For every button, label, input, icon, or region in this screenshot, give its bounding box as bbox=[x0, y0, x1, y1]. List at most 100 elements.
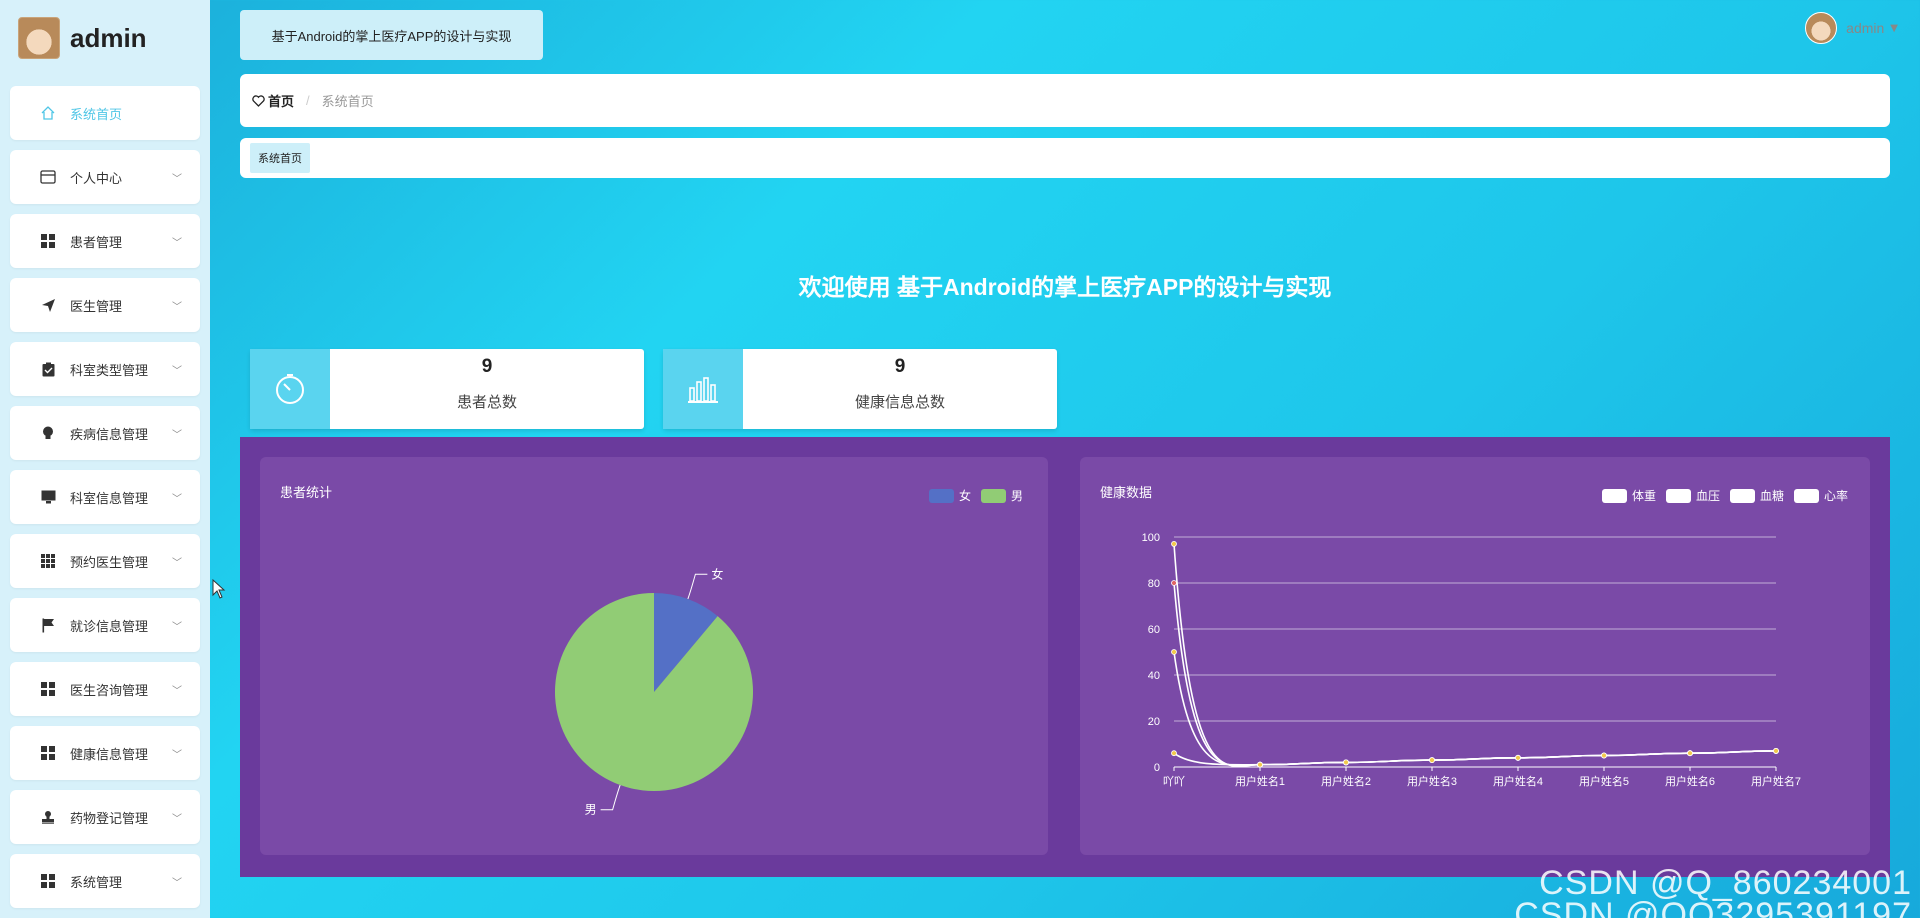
data-point[interactable] bbox=[1687, 750, 1693, 757]
sidebar-item-personal-center[interactable]: 个人中心 ﹀ bbox=[10, 150, 200, 204]
data-point[interactable] bbox=[1343, 759, 1349, 766]
charts-area: 患者统计 女 男 女男 健康数据 体重 血压 血糖 心率 0 20 40 60 80 10… bbox=[240, 437, 1890, 877]
chevron-down-icon: ﹀ bbox=[172, 365, 182, 377]
avatar bbox=[1805, 12, 1838, 44]
grid-icon bbox=[40, 745, 56, 761]
sidebar-item-patients[interactable]: 患者管理 ﹀ bbox=[10, 214, 200, 268]
apps-icon bbox=[40, 553, 56, 569]
send-icon bbox=[40, 297, 56, 313]
stat-value: 9 bbox=[481, 356, 493, 377]
pie-chart: 女男 bbox=[555, 566, 753, 817]
tags-bar: 系统首页 bbox=[240, 138, 1890, 178]
y-tick-label: 80 bbox=[1148, 578, 1160, 590]
stat-card-patients: 9 患者总数 bbox=[250, 349, 644, 429]
sidebar-item-health-info[interactable]: 健康信息管理 ﹀ bbox=[10, 726, 200, 780]
x-tick-label: 用户姓名7 bbox=[1751, 774, 1801, 788]
heart-icon bbox=[252, 94, 265, 107]
sidebar-item-label: 医生管理 bbox=[70, 298, 123, 314]
breadcrumb-home-label: 首页 bbox=[268, 94, 295, 109]
data-point[interactable] bbox=[1171, 541, 1177, 547]
data-point[interactable] bbox=[1601, 752, 1607, 759]
chevron-down-icon: ﹀ bbox=[172, 557, 182, 569]
sidebar-item-label: 健康信息管理 bbox=[70, 746, 149, 762]
flag-icon bbox=[40, 617, 56, 633]
y-tick-label: 20 bbox=[1148, 716, 1160, 728]
line-chart: 0 20 40 60 80 100 吖吖 用户姓名1 用户姓名2 用户姓名3 用户姓名4 用户姓名5 用… bbox=[1142, 532, 1801, 788]
chevron-down-icon: ﹀ bbox=[172, 877, 182, 889]
sidebar-item-label: 系统首页 bbox=[70, 106, 123, 122]
clipboard-icon bbox=[40, 361, 56, 377]
y-tick-label: 100 bbox=[1142, 532, 1160, 544]
x-tick-label: 用户姓名3 bbox=[1407, 774, 1457, 788]
sidebar-item-label: 医生咨询管理 bbox=[70, 682, 149, 698]
data-point[interactable] bbox=[1429, 757, 1435, 764]
x-tick-label: 吖吖 bbox=[1163, 775, 1185, 788]
sidebar-item-label: 药物登记管理 bbox=[70, 810, 149, 826]
sidebar-item-departments[interactable]: 科室信息管理 ﹀ bbox=[10, 470, 200, 524]
breadcrumb-separator: / bbox=[306, 93, 310, 108]
sidebar-item-department-types[interactable]: 科室类型管理 ﹀ bbox=[10, 342, 200, 396]
breadcrumb: 首页 / 系统首页 bbox=[240, 74, 1890, 127]
health-data-panel: 健康数据 体重 血压 血糖 心率 0 20 40 60 80 100 吖吖 用户姓名1 用户姓名… bbox=[1080, 457, 1870, 855]
sidebar-item-doctors[interactable]: 医生管理 ﹀ bbox=[10, 278, 200, 332]
chevron-down-icon: ﹀ bbox=[172, 301, 182, 313]
pie-slice[interactable] bbox=[555, 593, 753, 791]
breadcrumb-home[interactable]: 首页 bbox=[252, 91, 294, 110]
sidebar-item-visits[interactable]: 就诊信息管理 ﹀ bbox=[10, 598, 200, 652]
user-menu[interactable]: admin ▼ bbox=[1805, 12, 1898, 44]
sidebar-menu: 系统首页 个人中心 ﹀ 患者管理 ﹀ 医生管理 ﹀ 科室类型管理 ﹀ 疾病信息管… bbox=[10, 86, 200, 918]
pie-label: 男 bbox=[585, 803, 597, 817]
brand-name: admin bbox=[70, 22, 147, 53]
stat-card-health-info: 9 健康信息总数 bbox=[663, 349, 1057, 429]
data-point[interactable] bbox=[1171, 750, 1177, 757]
chevron-down-icon: ﹀ bbox=[172, 813, 182, 825]
data-point[interactable] bbox=[1257, 761, 1263, 768]
sidebar-item-label: 系统管理 bbox=[70, 874, 123, 890]
app-title-tab[interactable]: 基于Android的掌上医疗APP的设计与实现 bbox=[240, 10, 543, 60]
sidebar-item-label: 患者管理 bbox=[70, 234, 123, 250]
chevron-down-icon: ﹀ bbox=[172, 429, 182, 441]
stat-label: 患者总数 bbox=[456, 394, 517, 411]
sidebar-item-label: 个人中心 bbox=[70, 170, 123, 186]
data-point[interactable] bbox=[1171, 580, 1177, 586]
stamp-icon bbox=[40, 809, 56, 825]
series-line-血糖[interactable] bbox=[1173, 651, 1777, 767]
series-line-心率[interactable] bbox=[1173, 750, 1777, 766]
sidebar-item-appointments[interactable]: 预约医生管理 ﹀ bbox=[10, 534, 200, 588]
sidebar-item-label: 科室类型管理 bbox=[70, 362, 149, 378]
series-line-体重[interactable] bbox=[1173, 543, 1777, 767]
timer-icon bbox=[250, 349, 330, 429]
chevron-down-icon: ﹀ bbox=[172, 749, 182, 761]
series-line-血压[interactable] bbox=[1173, 582, 1777, 767]
mouse-cursor-icon bbox=[212, 578, 226, 604]
y-tick-label: 60 bbox=[1148, 624, 1160, 636]
chevron-down-icon: ﹀ bbox=[172, 685, 182, 697]
y-tick-label: 40 bbox=[1148, 670, 1160, 682]
caret-down-icon: ▼ bbox=[1890, 22, 1898, 34]
brand-avatar bbox=[18, 17, 60, 59]
sidebar-item-consultations[interactable]: 医生咨询管理 ﹀ bbox=[10, 662, 200, 716]
sidebar-item-label: 疾病信息管理 bbox=[70, 426, 149, 442]
x-tick-label: 用户姓名4 bbox=[1493, 774, 1543, 788]
x-tick-label: 用户姓名2 bbox=[1321, 774, 1371, 788]
bulb-icon bbox=[40, 425, 56, 441]
stat-label: 健康信息总数 bbox=[854, 394, 945, 411]
y-tick-label: 0 bbox=[1154, 762, 1160, 774]
tag-home[interactable]: 系统首页 bbox=[250, 143, 310, 173]
data-point[interactable] bbox=[1773, 747, 1779, 754]
card-icon bbox=[40, 169, 56, 185]
brand: admin bbox=[18, 14, 147, 62]
pie-label-line bbox=[600, 784, 621, 811]
data-point[interactable] bbox=[1171, 649, 1177, 655]
sidebar-item-home[interactable]: 系统首页 bbox=[10, 86, 200, 140]
chevron-down-icon: ﹀ bbox=[172, 173, 182, 185]
welcome-title: 欢迎使用 基于Android的掌上医疗APP的设计与实现 bbox=[798, 274, 1332, 300]
chevron-down-icon: ﹀ bbox=[172, 237, 182, 249]
sidebar-item-diseases[interactable]: 疾病信息管理 ﹀ bbox=[10, 406, 200, 460]
x-tick-label: 用户姓名1 bbox=[1235, 774, 1285, 788]
sidebar-item-medicines[interactable]: 药物登记管理 ﹀ bbox=[10, 790, 200, 844]
chevron-down-icon: ﹀ bbox=[172, 621, 182, 633]
sidebar-item-system[interactable]: 系统管理 ﹀ bbox=[10, 854, 200, 908]
data-point[interactable] bbox=[1515, 754, 1521, 761]
monitor-icon bbox=[40, 489, 56, 505]
